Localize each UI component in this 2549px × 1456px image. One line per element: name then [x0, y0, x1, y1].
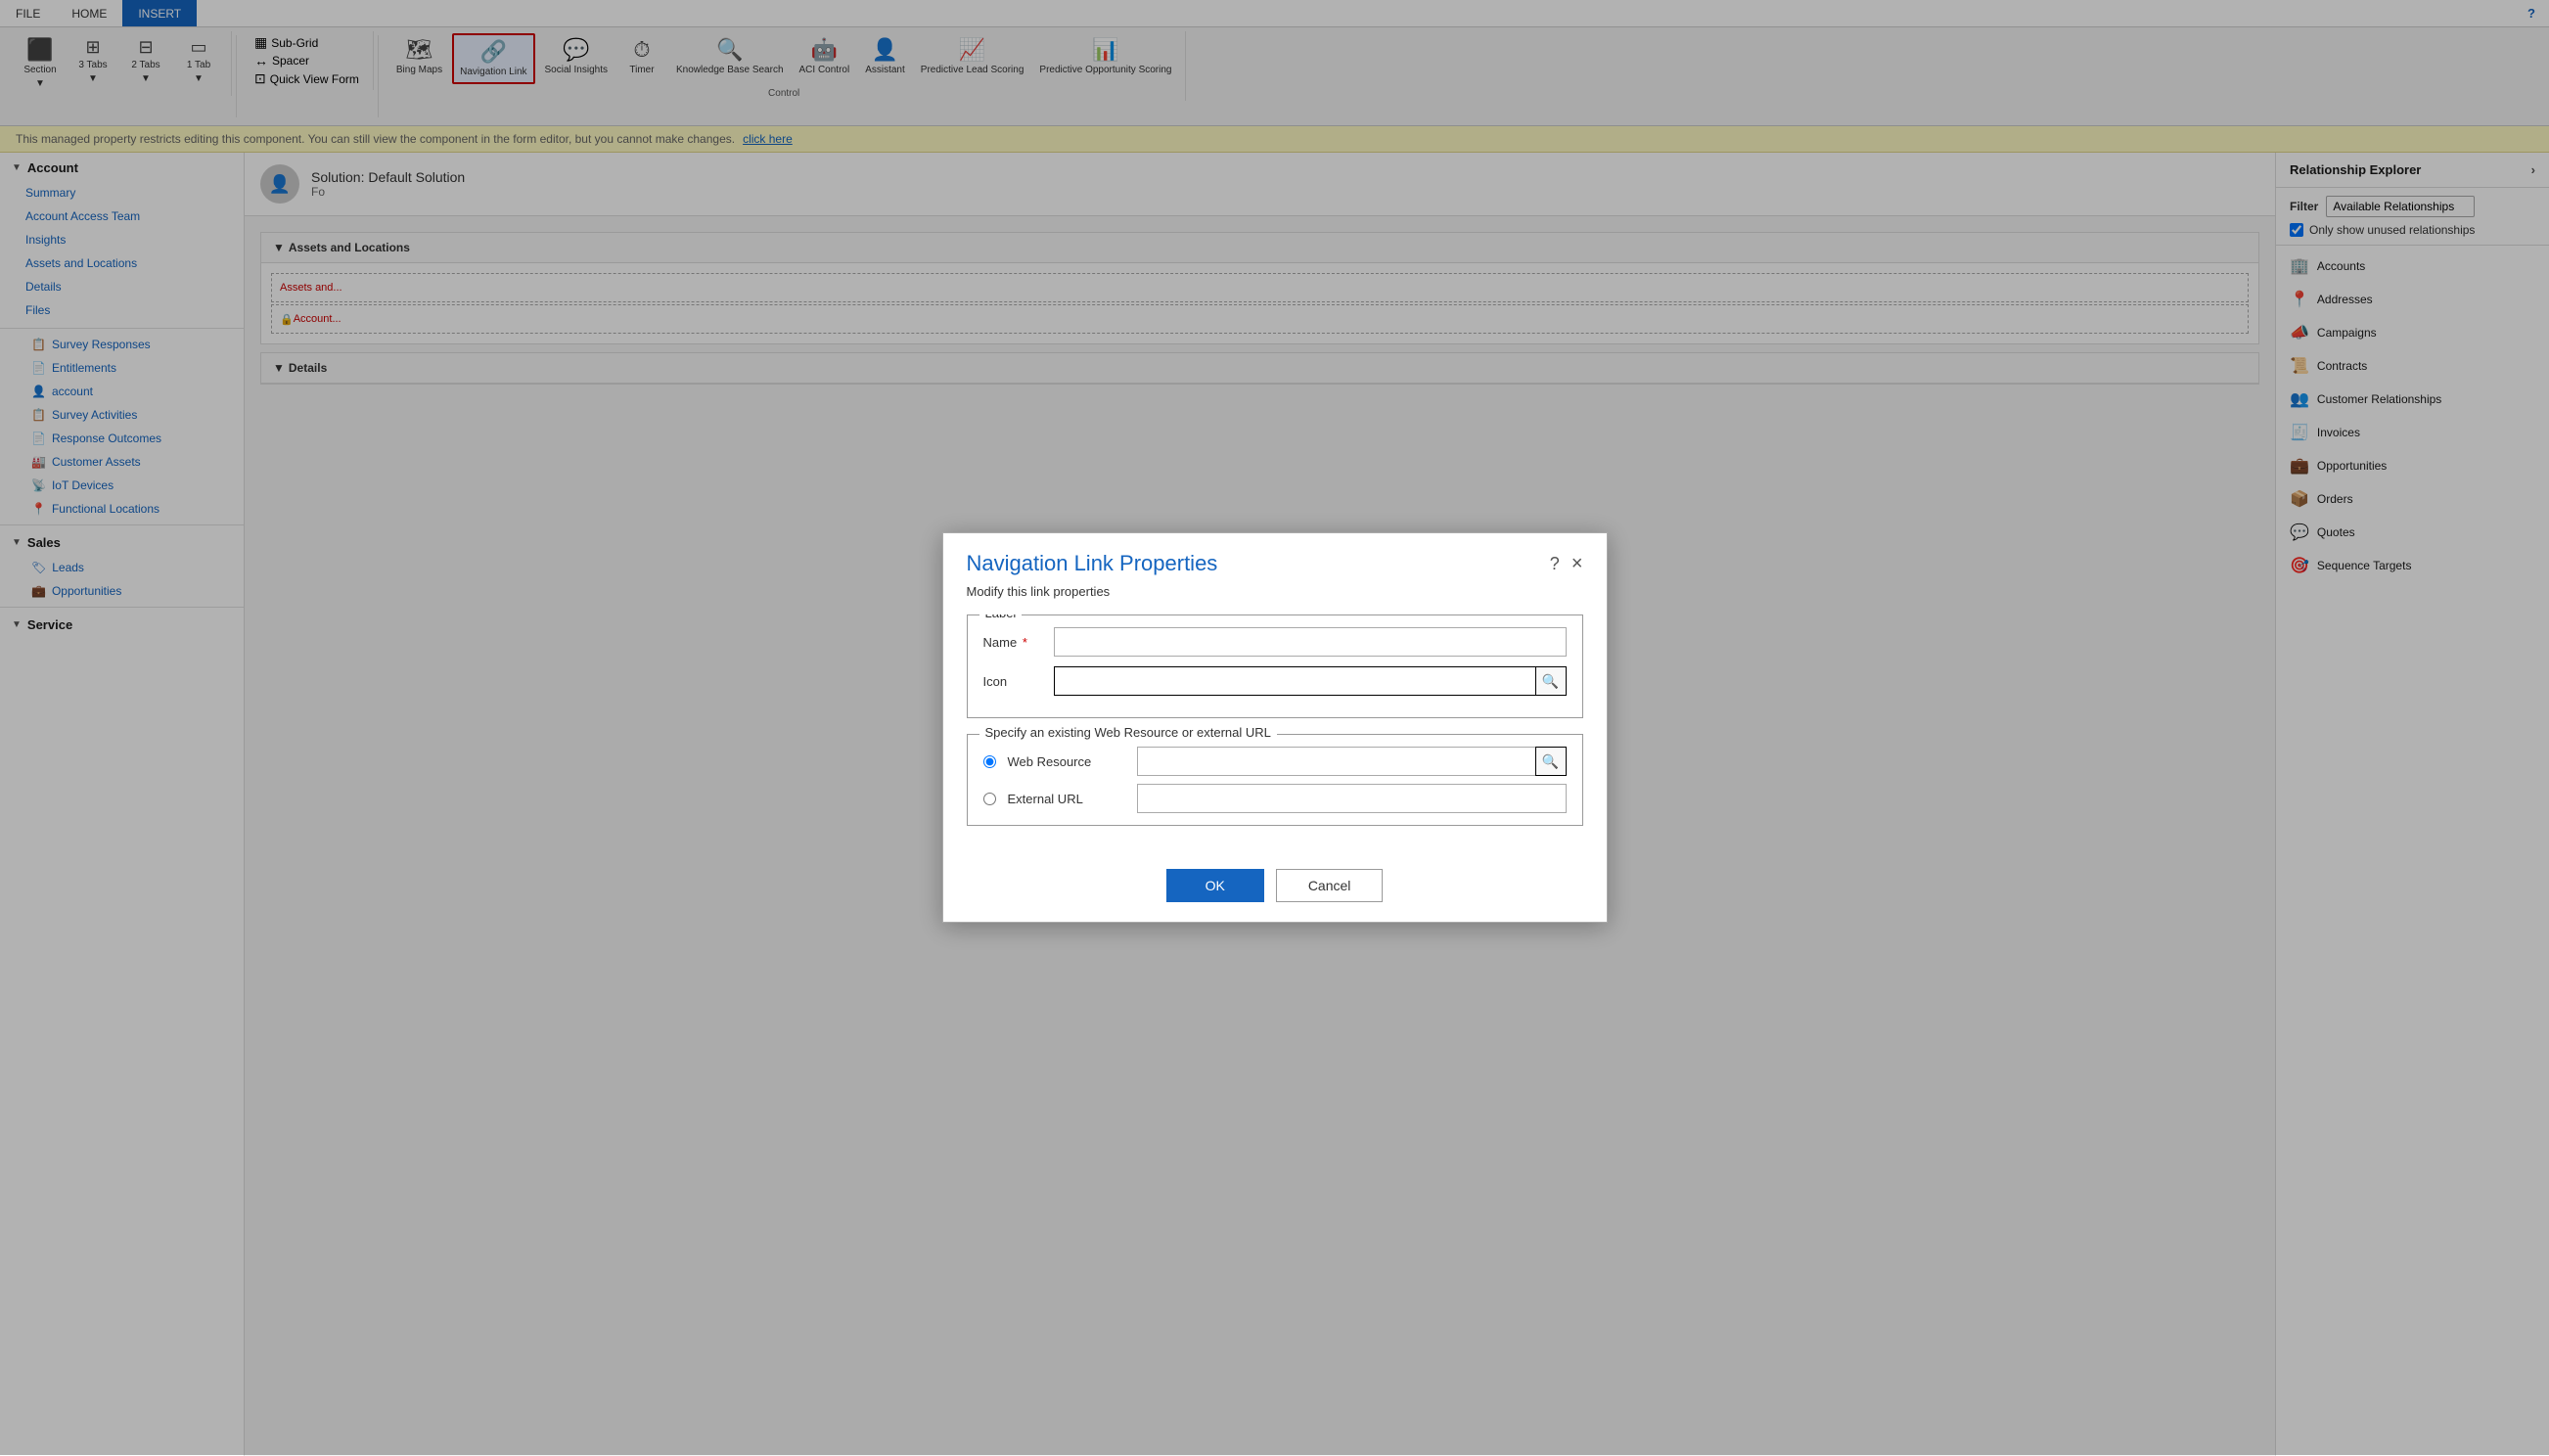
modal-subtitle: Modify this link properties: [943, 584, 1607, 614]
icon-label: Icon: [983, 674, 1042, 689]
web-resource-radio-group: Web Resource 🔍 External URL: [983, 747, 1567, 813]
icon-input-group: 🔍: [1054, 666, 1567, 696]
icon-row: Icon 🔍: [983, 666, 1567, 696]
web-resource-browse-button[interactable]: 🔍: [1535, 747, 1567, 776]
modal-title: Navigation Link Properties: [967, 551, 1218, 576]
modal-dialog: Navigation Link Properties ? × Modify th…: [942, 532, 1608, 923]
external-url-radio-label: External URL: [1008, 792, 1125, 806]
modal-close-button[interactable]: ×: [1571, 554, 1583, 573]
web-resource-radio-label: Web Resource: [1008, 754, 1125, 769]
label-fieldset-legend: Label: [979, 614, 1023, 620]
cancel-button[interactable]: Cancel: [1276, 869, 1384, 902]
icon-browse-button[interactable]: 🔍: [1535, 666, 1567, 696]
web-resource-legend: Specify an existing Web Resource or exte…: [979, 725, 1277, 740]
modal-header: Navigation Link Properties ? ×: [943, 533, 1607, 584]
web-resource-row: Web Resource 🔍: [983, 747, 1567, 776]
modal-help-button[interactable]: ?: [1550, 554, 1560, 574]
name-required-star: *: [1023, 635, 1027, 650]
web-resource-radio[interactable]: [983, 755, 996, 768]
web-resource-input-group: 🔍: [1137, 747, 1567, 776]
modal-header-actions: ? ×: [1550, 554, 1583, 574]
ok-button[interactable]: OK: [1166, 869, 1264, 902]
name-row: Name *: [983, 627, 1567, 657]
name-label: Name *: [983, 635, 1042, 650]
modal-overlay: Navigation Link Properties ? × Modify th…: [0, 0, 2549, 1455]
external-url-radio[interactable]: [983, 793, 996, 805]
web-resource-fieldset: Specify an existing Web Resource or exte…: [967, 734, 1583, 826]
modal-footer: OK Cancel: [943, 857, 1607, 922]
modal-scrollable: Label Name * Icon 🔍: [967, 614, 1583, 842]
label-fieldset: Label Name * Icon 🔍: [967, 614, 1583, 718]
web-resource-input[interactable]: [1137, 747, 1535, 776]
name-input[interactable]: [1054, 627, 1567, 657]
icon-input[interactable]: [1054, 666, 1535, 696]
external-url-input[interactable]: [1137, 784, 1567, 813]
external-url-row: External URL: [983, 784, 1567, 813]
modal-body: Label Name * Icon 🔍: [943, 614, 1607, 857]
